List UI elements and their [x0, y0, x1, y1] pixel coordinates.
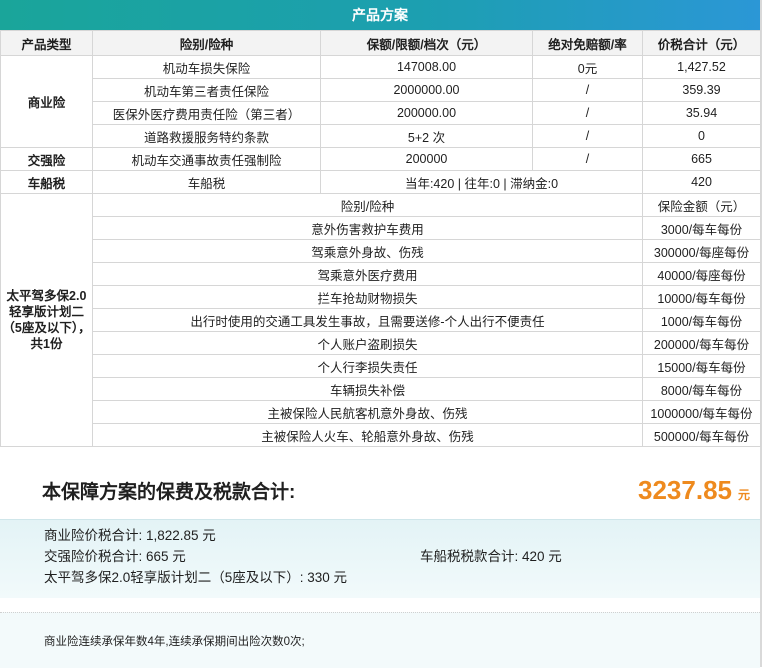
table-row: 车船税 车船税 当年:420 | 往年:0 | 滞纳金:0 420: [0, 170, 761, 194]
column-header-amount: 保额/限额/档次（元）: [320, 30, 533, 56]
column-header-type: 产品类型: [0, 30, 93, 56]
summary-commercial: 商业险价税合计: 1,822.85 元: [44, 528, 216, 543]
plan-coverage-name: 拦车抢劫财物损失: [92, 285, 643, 309]
plan-table: 产品类型 险别/险种 保额/限额/档次（元） 绝对免赔额/率 价税合计（元） 商…: [0, 30, 761, 447]
plan-coverage-amount: 1000/每车每份: [642, 308, 761, 332]
coverage-name: 医保外医疗费用责任险（第三者）: [92, 101, 321, 125]
plan-coverage-name: 驾乘意外医疗费用: [92, 262, 643, 286]
table-row: 拦车抢劫财物损失 10000/每车每份: [1, 285, 761, 309]
product-type-compulsory: 交强险: [0, 147, 93, 171]
footnote-text: 商业险连续承保年数4年,连续承保期间出险次数0次;: [44, 636, 305, 648]
table-row: 车辆损失补偿 8000/每车每份: [1, 377, 761, 401]
table-row: 主被保险人民航客机意外身故、伤残 1000000/每车每份: [1, 400, 761, 424]
column-header-coverage: 险别/险种: [92, 30, 321, 56]
plan-coverage-amount: 15000/每车每份: [642, 354, 761, 378]
coverage-total: 35.94: [642, 101, 761, 125]
total-amount-value: 3237.85: [638, 475, 732, 505]
coverage-amount: 147008.00: [320, 55, 533, 79]
table-row: 机动车第三者责任保险 2000000.00 / 359.39: [1, 78, 761, 102]
table-row: 医保外医疗费用责任险（第三者） 200000.00 / 35.94: [1, 101, 761, 125]
table-row: 交强险 机动车交通事故责任强制险 200000 / 665: [0, 147, 761, 171]
coverage-name: 机动车交通事故责任强制险: [92, 147, 321, 171]
column-header-total: 价税合计（元）: [642, 30, 761, 56]
summary-panel: 商业险价税合计: 1,822.85 元 交强险价税合计: 665 元 车船税税款…: [0, 519, 760, 598]
coverage-deductible: /: [532, 124, 643, 148]
plan-coverage-amount: 3000/每车每份: [642, 216, 761, 240]
footnote-bar: 商业险连续承保年数4年,连续承保期间出险次数0次;: [0, 612, 760, 668]
table-row: 个人行李损失责任 15000/每车每份: [1, 354, 761, 378]
plan-coverage-name: 主被保险人火车、轮船意外身故、伤残: [92, 423, 643, 447]
plan-coverage-name: 出行时使用的交通工具发生事故，且需要送修-个人出行不便责任: [92, 308, 643, 332]
page-title: 产品方案: [0, 0, 760, 30]
coverage-total: 0: [642, 124, 761, 148]
plan-coverage-name: 主被保险人民航客机意外身故、伤残: [92, 400, 643, 424]
plan-coverage-amount: 300000/每座每份: [642, 239, 761, 263]
summary-vessel-tax: 车船税税款合计: 420 元: [420, 549, 562, 564]
total-section: 本保障方案的保费及税款合计: 3237.85 元: [0, 447, 760, 519]
table-row: 出行时使用的交通工具发生事故，且需要送修-个人出行不便责任 1000/每车每份: [1, 308, 761, 332]
total-amount: 3237.85 元: [638, 475, 750, 506]
plan-coverage-amount: 500000/每车每份: [642, 423, 761, 447]
product-plan-page: 产品方案 产品类型 险别/险种 保额/限额/档次（元） 绝对免赔额/率 价税合计…: [0, 0, 762, 668]
plan-subheader-row: 太平驾多保2.0轻享版计划二（5座及以下），共1份 险别/险种 保险金额（元）: [0, 193, 761, 447]
plan-coverage-name: 个人行李损失责任: [92, 354, 643, 378]
total-label: 本保障方案的保费及税款合计:: [42, 482, 296, 503]
coverage-deductible: /: [532, 78, 643, 102]
total-amount-unit: 元: [737, 488, 750, 502]
table-row: 意外伤害救护车费用 3000/每车每份: [1, 216, 761, 240]
plan-column-header-coverage: 险别/险种: [92, 193, 643, 217]
product-type-commercial: 商业险: [0, 55, 93, 148]
table-row: 驾乘意外身故、伤残 300000/每座每份: [1, 239, 761, 263]
table-row: 主被保险人火车、轮船意外身故、伤残 500000/每车每份: [1, 423, 761, 447]
column-header-deductible: 绝对免赔额/率: [532, 30, 643, 56]
coverage-total: 1,427.52: [642, 55, 761, 79]
coverage-name: 机动车第三者责任保险: [92, 78, 321, 102]
coverage-total: 420: [642, 170, 761, 194]
table-row: 个人账户盗刷损失 200000/每车每份: [1, 331, 761, 355]
table-row: 道路救援服务特约条款 5+2 次 / 0: [1, 124, 761, 148]
table-row: 驾乘意外医疗费用 40000/每座每份: [1, 262, 761, 286]
vessel-tax-breakdown: 当年:420 | 往年:0 | 滞纳金:0: [320, 170, 643, 194]
coverage-amount: 5+2 次: [320, 124, 533, 148]
coverage-amount: 200000.00: [320, 101, 533, 125]
coverage-deductible: 0元: [532, 55, 643, 79]
coverage-total: 665: [642, 147, 761, 171]
plan-coverage-amount: 200000/每车每份: [642, 331, 761, 355]
plan-coverage-amount: 10000/每车每份: [642, 285, 761, 309]
plan-coverage-amount: 8000/每车每份: [642, 377, 761, 401]
summary-compulsory: 交强险价税合计: 665 元: [44, 549, 186, 564]
coverage-name: 机动车损失保险: [92, 55, 321, 79]
plan-coverage-amount: 1000000/每车每份: [642, 400, 761, 424]
plan-coverage-name: 个人账户盗刷损失: [92, 331, 643, 355]
product-type-vessel-tax: 车船税: [0, 170, 93, 194]
coverage-deductible: /: [532, 147, 643, 171]
plan-coverage-name: 车辆损失补偿: [92, 377, 643, 401]
product-type-plan: 太平驾多保2.0轻享版计划二（5座及以下），共1份: [0, 193, 93, 447]
coverage-amount: 2000000.00: [320, 78, 533, 102]
table-header-row: 产品类型 险别/险种 保额/限额/档次（元） 绝对免赔额/率 价税合计（元）: [0, 30, 761, 56]
summary-plan: 太平驾多保2.0轻享版计划二（5座及以下）: 330 元: [44, 570, 348, 585]
table-row: 商业险 机动车损失保险 147008.00 0元 1,427.52: [0, 55, 761, 148]
coverage-amount: 200000: [320, 147, 533, 171]
plan-column-header-amount: 保险金额（元）: [642, 193, 761, 217]
coverage-name: 道路救援服务特约条款: [92, 124, 321, 148]
plan-coverage-name: 意外伤害救护车费用: [92, 216, 643, 240]
plan-coverage-amount: 40000/每座每份: [642, 262, 761, 286]
coverage-name: 车船税: [92, 170, 321, 194]
coverage-total: 359.39: [642, 78, 761, 102]
plan-coverage-name: 驾乘意外身故、伤残: [92, 239, 643, 263]
coverage-deductible: /: [532, 101, 643, 125]
